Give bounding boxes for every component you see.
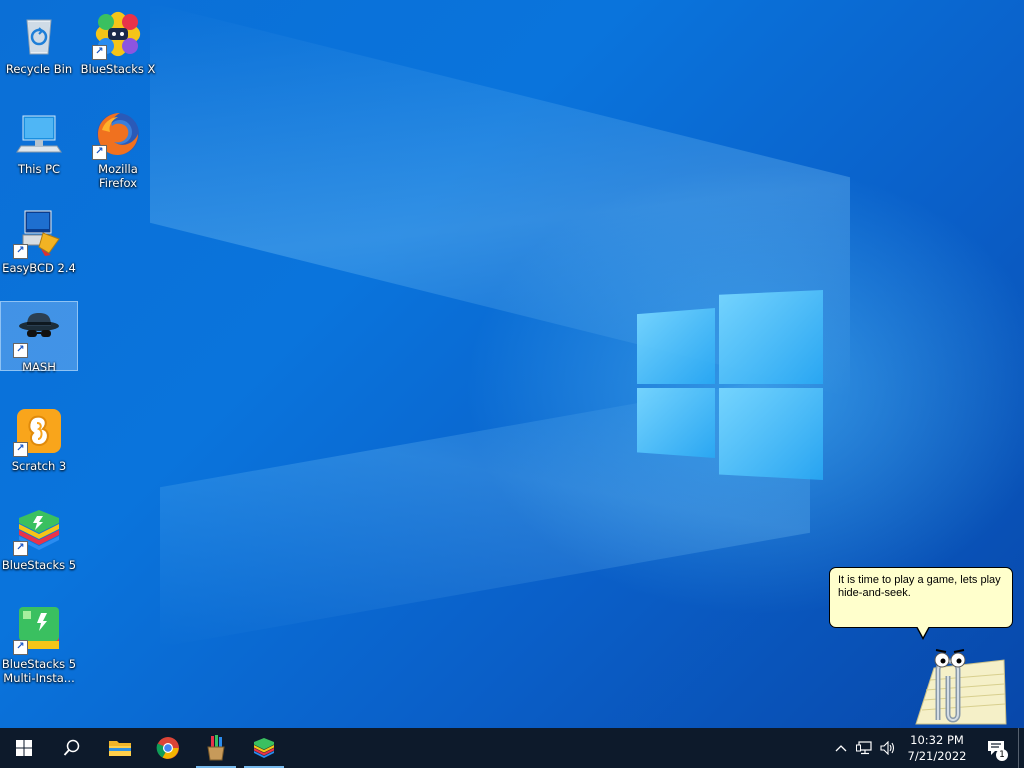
taskbar-pencil-cup-app[interactable]: [192, 728, 240, 768]
icon-label: Mozilla Firefox: [98, 162, 138, 190]
desktop-icon-bluestacks-x[interactable]: ↗ BlueStacks X: [80, 4, 156, 76]
search-icon: [63, 739, 80, 756]
search-button[interactable]: [48, 728, 96, 768]
firefox-icon: ↗: [92, 110, 142, 160]
shortcut-arrow-icon: ↗: [13, 541, 28, 556]
bluestacks-multi-icon: ↗: [13, 605, 63, 655]
desktop-icon-mash[interactable]: ↗ MASH: [0, 301, 78, 374]
start-button[interactable]: [0, 728, 48, 768]
desktop-icon-this-pc[interactable]: This PC: [1, 104, 77, 176]
chevron-up-icon: [835, 745, 847, 752]
easybcd-icon: ↗: [13, 209, 63, 259]
network-icon: [856, 741, 872, 755]
show-desktop-button[interactable]: [1018, 728, 1024, 768]
assistant-message: It is time to play a game, lets play hid…: [838, 574, 1001, 599]
bluestacks-icon: [254, 738, 274, 758]
bluestacks-icon: ↗: [13, 506, 63, 556]
clippy-assistant-icon[interactable]: [908, 640, 1008, 726]
desktop-icon-scratch[interactable]: ↗ Scratch 3: [1, 401, 77, 473]
clock-date: 7/21/2022: [907, 749, 967, 763]
icon-label: This PC: [17, 162, 61, 176]
windows-logo-wallpaper: [635, 290, 825, 480]
taskbar-chrome[interactable]: [144, 728, 192, 768]
shortcut-arrow-icon: ↗: [13, 343, 28, 358]
assistant-speech-balloon[interactable]: It is time to play a game, lets play hid…: [829, 567, 1013, 628]
bluestacks-x-icon: ↗: [92, 10, 142, 60]
start-icon: [16, 740, 32, 756]
volume-button[interactable]: [876, 741, 900, 755]
speaker-icon: [880, 741, 895, 755]
clock-time: 10:32 PM: [910, 733, 964, 747]
action-center-button[interactable]: 1: [974, 728, 1018, 768]
shortcut-arrow-icon: ↗: [13, 442, 28, 457]
shortcut-arrow-icon: ↗: [92, 45, 107, 60]
desktop-icon-bluestacks-multi-instance[interactable]: ↗ BlueStacks 5 Multi-Insta...: [1, 599, 77, 685]
taskbar-clock[interactable]: 10:32 PM 7/21/2022: [900, 732, 974, 764]
chrome-icon: [156, 737, 179, 759]
pencil-cup-icon: [207, 735, 225, 761]
icon-label: EasyBCD 2.4: [2, 261, 76, 275]
shortcut-arrow-icon: ↗: [92, 145, 107, 160]
icon-label: MASH: [22, 360, 56, 374]
desktop-icon-bluestacks-5[interactable]: ↗ BlueStacks 5: [1, 500, 77, 572]
icon-label: BlueStacks 5 Multi-Insta...: [1, 657, 77, 685]
desktop-icon-easybcd[interactable]: ↗ EasyBCD 2.4: [1, 203, 77, 275]
spy-hat-icon: ↗: [13, 308, 63, 358]
recycle-bin-icon: [15, 10, 63, 58]
file-explorer-icon: [109, 741, 131, 756]
taskbar: 10:32 PM 7/21/2022 1: [0, 728, 1024, 768]
show-hidden-icons-button[interactable]: [830, 744, 852, 752]
taskbar-bluestacks[interactable]: [240, 728, 288, 768]
network-button[interactable]: [852, 741, 876, 755]
icon-label: Recycle Bin: [5, 62, 73, 76]
shortcut-arrow-icon: ↗: [13, 244, 28, 259]
icon-label: BlueStacks 5: [1, 558, 77, 572]
desktop-icon-recycle-bin[interactable]: Recycle Bin: [1, 4, 77, 76]
icon-label: BlueStacks X: [80, 62, 156, 76]
taskbar-file-explorer[interactable]: [96, 728, 144, 768]
scratch-icon: ↗: [13, 407, 63, 457]
shortcut-arrow-icon: ↗: [13, 640, 28, 655]
desktop-icon-firefox[interactable]: ↗ Mozilla Firefox: [80, 104, 156, 190]
icon-label: Scratch 3: [11, 459, 67, 473]
computer-icon: [15, 110, 63, 158]
balloon-tail-fill: [917, 626, 929, 637]
system-tray: 10:32 PM 7/21/2022 1: [830, 728, 1024, 768]
notification-count-badge: 1: [996, 749, 1008, 761]
